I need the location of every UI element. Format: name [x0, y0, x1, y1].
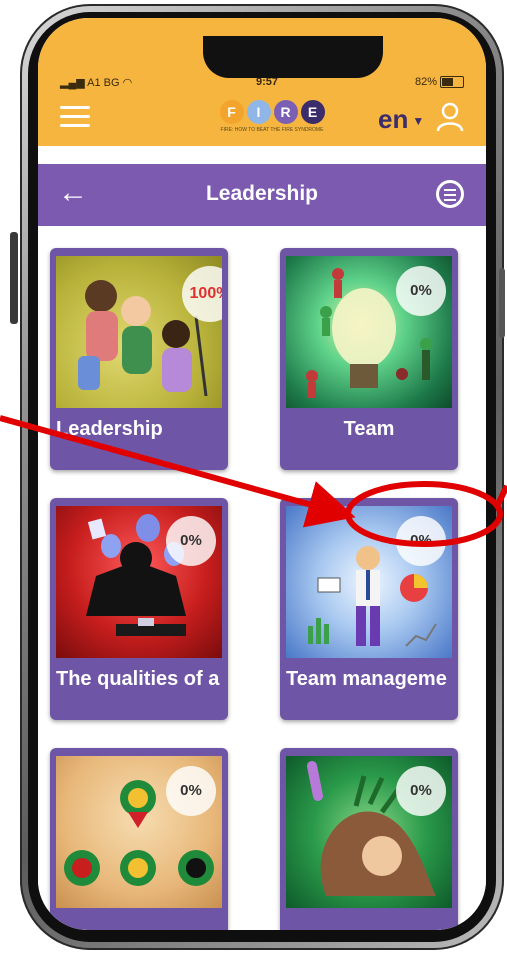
card-label: The qualities of a: [56, 668, 220, 690]
side-button: [499, 268, 505, 338]
progress-badge: 0%: [166, 516, 216, 566]
battery-percent: 82%: [414, 76, 437, 88]
course-card-qualities[interactable]: 0% The qualities of a: [50, 498, 228, 720]
course-card-leadership[interactable]: 100% Leadership: [50, 248, 228, 470]
course-card-team[interactable]: 0% Team: [280, 248, 458, 470]
logo-letter-e: E: [300, 100, 325, 124]
course-card-team-management[interactable]: 0% Team manageme: [280, 498, 458, 720]
logo-letter-f: F: [219, 100, 244, 124]
battery-indicator: 82%: [415, 76, 464, 88]
user-profile-icon[interactable]: [436, 102, 464, 132]
camera-notch: [203, 36, 383, 78]
wifi-icon: ◠: [122, 77, 133, 89]
progress-badge: 0%: [396, 766, 446, 816]
filter-list-icon[interactable]: [436, 180, 464, 208]
fire-logo: F I R E FIRE: HOW TO BEAT THE FIRE SYNDR…: [202, 100, 342, 140]
hamburger-menu-icon[interactable]: [60, 106, 90, 128]
language-selector[interactable]: en ▼: [378, 104, 424, 135]
page-title: Leadership: [205, 182, 319, 205]
carrier-label: ▂▄▆ A1 BG ◠: [60, 77, 133, 89]
title-bar: ← Leadership: [38, 164, 486, 226]
card-image-6: 0%: [286, 756, 452, 908]
logo-subtitle: FIRE: HOW TO BEAT THE FIRE SYNDROME: [220, 127, 324, 133]
phone-screen: ▂▄▆ A1 BG ◠ 9:57 82% F I R E FIRE: HOW T…: [38, 18, 486, 930]
logo-letter-r: R: [273, 100, 298, 124]
course-card-5[interactable]: 0%: [50, 748, 228, 930]
card-image-team-management: 0%: [286, 506, 452, 658]
card-label: Leadership: [56, 418, 163, 440]
progress-badge: 0%: [396, 266, 446, 316]
language-label: en: [378, 104, 409, 134]
progress-badge: 0%: [166, 766, 216, 816]
card-image-team: 0%: [286, 256, 452, 408]
course-grid: 100% Leadership 0% Team: [38, 226, 486, 930]
battery-icon: [440, 76, 464, 88]
card-label: Team manageme: [286, 668, 447, 690]
progress-badge: 0%: [396, 516, 446, 566]
signal-icon: ▂▄▆: [60, 77, 88, 89]
card-image-qualities: 0%: [56, 506, 222, 658]
card-image-leadership: 100%: [56, 256, 222, 408]
chevron-down-icon: ▼: [412, 114, 425, 129]
course-card-6[interactable]: 0%: [280, 748, 458, 930]
logo-letter-i: I: [246, 100, 271, 124]
status-bar: ▂▄▆ A1 BG ◠ 9:57 82%: [38, 76, 486, 94]
volume-button: [10, 232, 18, 324]
card-image-5: 0%: [56, 756, 222, 908]
card-label: Team: [343, 418, 395, 440]
